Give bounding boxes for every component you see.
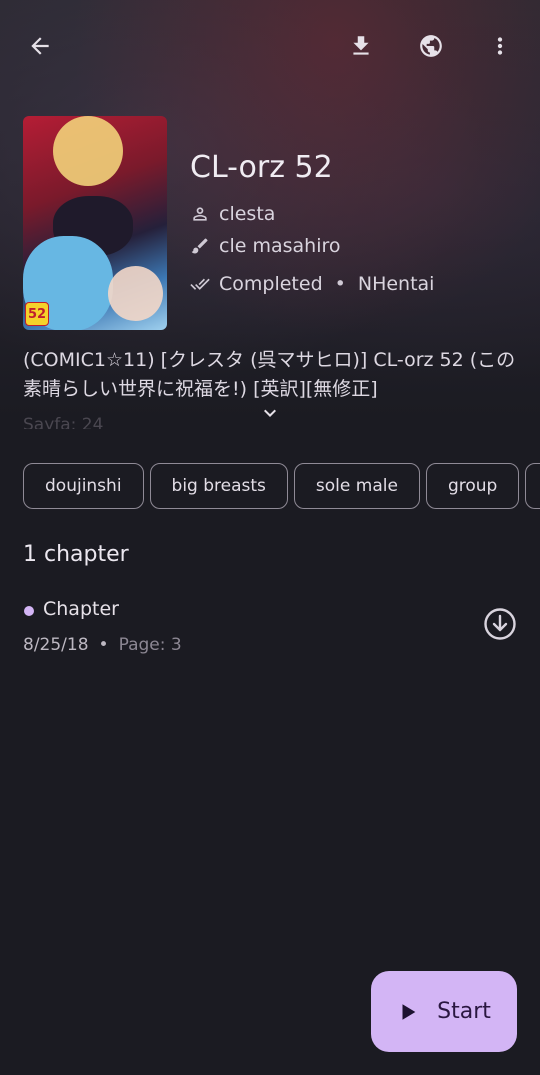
webview-button[interactable] (407, 22, 455, 70)
author-row[interactable]: clesta (190, 203, 275, 225)
chapter-subtitle: 8/25/18 • Page: 3 (23, 635, 182, 655)
start-reading-button[interactable]: Start (371, 971, 517, 1052)
artist-row[interactable]: cle masahiro (190, 235, 341, 257)
manga-title[interactable]: CL-orz 52 (190, 150, 333, 185)
status-text: Completed (219, 273, 323, 295)
cover-number-badge: 52 (25, 302, 49, 326)
back-button[interactable] (16, 22, 64, 70)
manga-details-screen: 52 CL-orz 52 clesta cle masahiro Complet… (0, 0, 540, 1075)
artist-name: cle masahiro (219, 235, 341, 257)
chapter-last-page: Page: 3 (118, 635, 182, 655)
description-text[interactable]: (COMIC1☆11) [クレスタ (呉マサヒロ)] CL-orz 52 (この… (23, 346, 519, 404)
download-circle-icon (484, 608, 516, 640)
chapter-count: 1 chapter (23, 542, 129, 567)
play-icon (402, 1003, 416, 1020)
chapter-list-item[interactable]: Chapter 8/25/18 • Page: 3 (0, 590, 540, 670)
more-options-button[interactable] (476, 22, 524, 70)
tag-chip[interactable]: doujinshi (23, 463, 144, 509)
cover-image[interactable]: 52 (23, 116, 167, 330)
download-chapter-button[interactable] (480, 604, 520, 644)
person-icon (193, 207, 207, 221)
download-button[interactable] (337, 22, 385, 70)
download-icon (353, 36, 369, 55)
tag-chip[interactable]: big breasts (149, 463, 288, 509)
arrow-back-icon (31, 37, 49, 55)
tag-chip[interactable]: group (425, 463, 520, 509)
expand-description-button[interactable] (257, 400, 283, 426)
start-label: Start (437, 999, 491, 1024)
description-faded-line: Sayfa: 24 (23, 415, 104, 429)
tag-chip[interactable] (525, 463, 540, 509)
author-name: clesta (219, 203, 276, 225)
chapter-date: 8/25/18 (23, 635, 89, 655)
genre-tags: doujinshi big breasts sole male group (23, 463, 540, 511)
source-name: NHentai (357, 273, 435, 295)
more-vert-icon (497, 37, 503, 55)
separator-dot: • (334, 273, 346, 295)
chapter-name: Chapter (43, 598, 119, 620)
done-all-icon (190, 278, 210, 290)
tag-chip[interactable]: sole male (293, 463, 420, 509)
status-row: Completed • NHentai (190, 273, 434, 295)
brush-icon (191, 238, 208, 254)
globe-icon (420, 35, 442, 57)
chevron-down-icon (264, 409, 276, 417)
unread-indicator (24, 606, 34, 616)
